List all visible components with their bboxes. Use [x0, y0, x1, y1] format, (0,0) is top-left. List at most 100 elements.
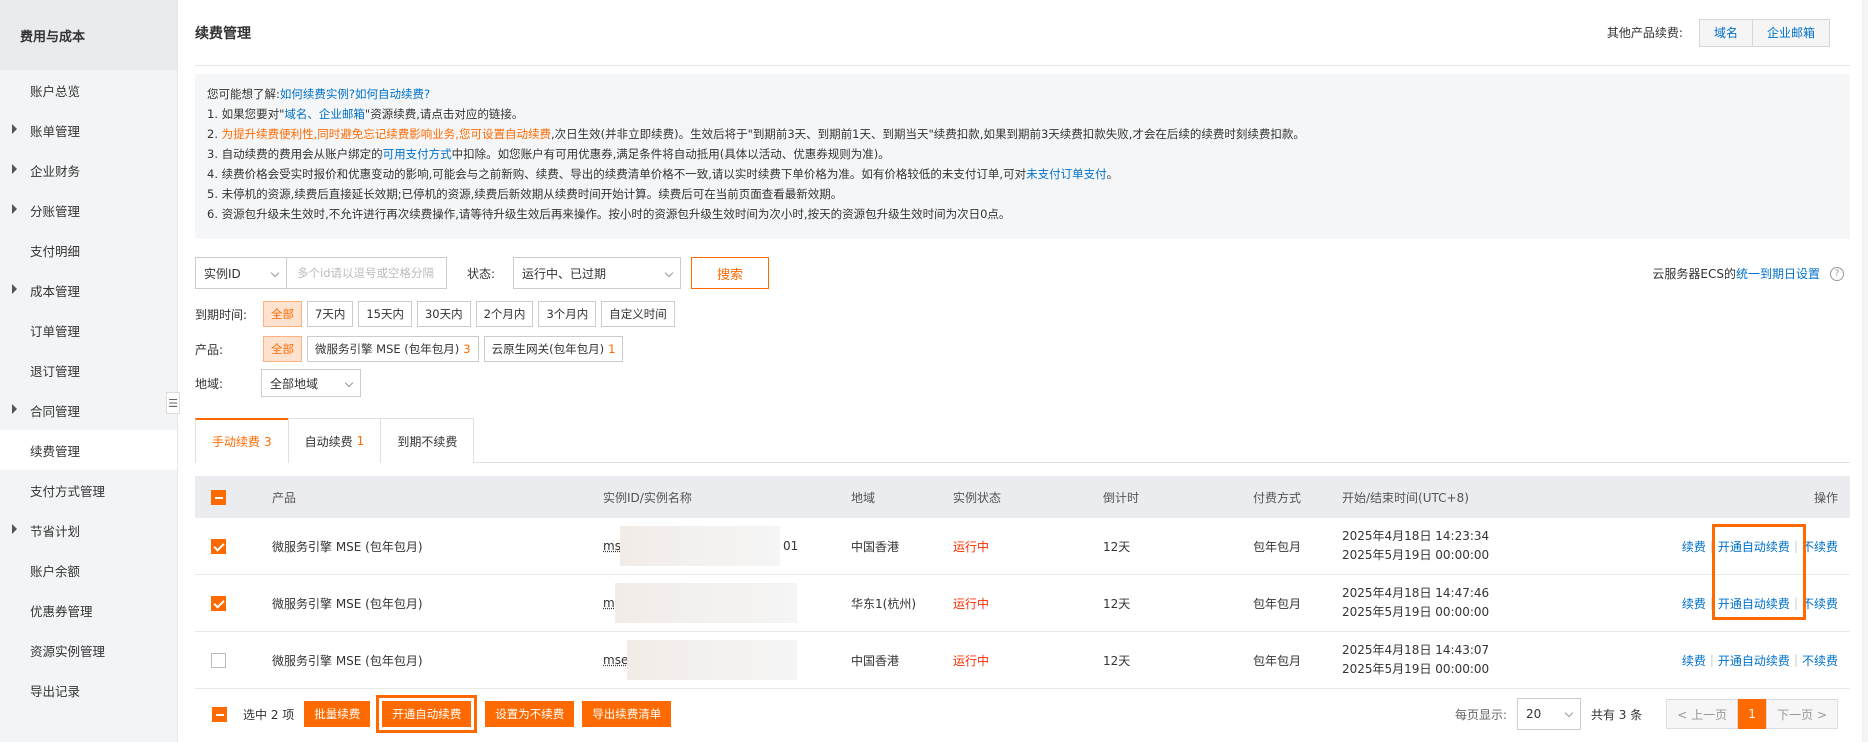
search-button[interactable]: 搜索: [691, 257, 770, 289]
renew-link[interactable]: 续费: [1682, 538, 1706, 555]
no-renew-link[interactable]: 不续费: [1802, 595, 1838, 612]
sidebar-item-10[interactable]: 支付方式管理: [0, 470, 177, 510]
footer-select-checkbox[interactable]: [212, 706, 227, 722]
no-renew-link[interactable]: 不续费: [1802, 538, 1838, 555]
status-select[interactable]: 运行中、已过期: [513, 257, 682, 289]
renew-link[interactable]: 续费: [1682, 652, 1706, 669]
unified-expiry-link[interactable]: 统一到期日设置: [1736, 265, 1820, 282]
set-no-renew-button[interactable]: 设置为不续费: [485, 701, 575, 727]
row-checkbox[interactable]: [211, 538, 226, 554]
instance-id-input[interactable]: 多个id请以逗号或空格分隔: [287, 257, 447, 289]
unpaid-order-link[interactable]: 未支付订单支付: [1026, 167, 1107, 181]
prev-page-button[interactable]: < 上一页: [1666, 699, 1739, 729]
product-filter: 产品: 全部 微服务引擎 MSE (包年包月) 3 云原生网关(包年包月) 1: [195, 336, 1850, 362]
row-time: 2025年4月18日 14:43:07 2025年5月19日 00:00:00: [1342, 641, 1489, 679]
select-all-checkbox[interactable]: [211, 489, 226, 505]
table-header: 产品 实例ID/实例名称 地域 实例状态 倒计时 付费方式 开始/结束时间(UT…: [195, 476, 1850, 518]
notice-line-6: 6. 资源包升级未生效时,不允许进行再次续费操作,请等待升级生效后再来操作。按小…: [207, 207, 1011, 221]
batch-renew-button[interactable]: 批量续费: [304, 701, 371, 727]
sidebar-item-1[interactable]: 账单管理: [0, 110, 177, 150]
sidebar-item-12[interactable]: 账户余额: [0, 550, 177, 590]
sidebar-item-3[interactable]: 分账管理: [0, 190, 177, 230]
sidebar-item-5[interactable]: 成本管理: [0, 270, 177, 310]
sidebar-item-label: 账单管理: [30, 123, 81, 139]
enable-auto-renew-link[interactable]: 开通自动续费: [1718, 652, 1790, 669]
product-option-0[interactable]: 全部: [263, 336, 302, 362]
tab-count: 3: [264, 434, 272, 449]
row-instance-suffix: 01: [783, 539, 799, 553]
payment-method-link[interactable]: 可用支付方式: [383, 147, 452, 161]
sidebar-item-4[interactable]: 支付明细: [0, 230, 177, 270]
product-option-count: 1: [608, 342, 616, 356]
row-countdown: 12天: [1103, 653, 1131, 668]
product-option-label: 全部: [271, 342, 294, 356]
tab-0[interactable]: 手动续费 3: [195, 418, 289, 463]
caret-right-icon: [12, 204, 17, 214]
tab-2[interactable]: 到期不续费: [380, 418, 475, 463]
selected-count: 选中 2 项: [243, 707, 295, 722]
page-size-select[interactable]: 20: [1516, 698, 1581, 730]
no-renew-link[interactable]: 不续费: [1802, 652, 1838, 669]
id-type-select[interactable]: 实例ID: [195, 257, 287, 289]
sidebar-item-9[interactable]: 续费管理: [0, 430, 177, 470]
next-page-button[interactable]: 下一页 >: [1766, 699, 1838, 729]
sidebar-item-13[interactable]: 优惠券管理: [0, 590, 177, 630]
domain-mail-link[interactable]: 域名、企业邮箱: [284, 107, 365, 121]
sidebar-item-label: 续费管理: [30, 443, 81, 459]
sidebar-item-11[interactable]: 节省计划: [0, 510, 177, 550]
sidebar: 费用与成本 账户总览账单管理企业财务 分账管理 支付明细 成本管理 订单管理 退订管理 合同…: [0, 0, 178, 742]
domain-renew-button[interactable]: 域名: [1698, 18, 1753, 47]
sidebar-item-14[interactable]: 资源实例管理: [0, 630, 177, 670]
expire-option-0[interactable]: 全部: [263, 301, 302, 327]
row-end-time: 2025年5月19日 00:00:00: [1342, 548, 1490, 562]
help-icon[interactable]: ?: [1830, 266, 1844, 281]
export-renew-list-button[interactable]: 导出续费清单: [582, 701, 672, 727]
sidebar-header: 费用与成本: [0, 0, 177, 70]
tab-1[interactable]: 自动续费 1: [287, 418, 382, 463]
product-option-2[interactable]: 云原生网关(包年包月) 1: [483, 336, 624, 362]
table-row: 微服务引擎 MSE (包年包月) mse_p 中国香港 运行中 12天 包年包月 2025年…: [195, 632, 1850, 689]
expire-option-1[interactable]: 7天内: [307, 301, 354, 327]
expire-option-5[interactable]: 3个月内: [538, 301, 597, 327]
sidebar-item-2[interactable]: 企业财务: [0, 150, 177, 190]
sidebar-item-6[interactable]: 订单管理: [0, 310, 177, 350]
current-page[interactable]: 1: [1738, 699, 1767, 729]
row-billing: 包年包月: [1253, 653, 1302, 668]
notice-intro: 您可能想了解:如何续费实例?如何自动续费?: [207, 87, 431, 101]
enable-auto-renew-button[interactable]: 开通自动续费: [376, 695, 478, 733]
other-renew-label: 其他产品续费:: [1606, 26, 1683, 40]
tab-label: 自动续费: [304, 434, 353, 449]
notice-line-2: 2. 为提升续费便利性,同时避免忘记续费影响业务,您可设置自动续费,次日生效(并…: [207, 127, 1305, 141]
region-select[interactable]: 全部地域: [261, 369, 361, 397]
search-filter-row: 实例ID 多个id请以逗号或空格分隔 状态: 运行中、已过期 搜索 云服务器EC…: [195, 257, 1850, 289]
caret-right-icon: [12, 404, 17, 414]
row-checkbox[interactable]: [211, 595, 226, 611]
sidebar-item-7[interactable]: 退订管理: [0, 350, 177, 390]
expire-option-3[interactable]: 30天内: [416, 301, 471, 327]
page-title: 续费管理: [195, 25, 251, 42]
main-content: 续费管理 其他产品续费: 域名 企业邮箱 您可能想了解:如何续费实例?如何自动续…: [195, 0, 1850, 742]
expire-option-4[interactable]: 2个月内: [475, 301, 534, 327]
chevron-down-icon: [344, 378, 354, 388]
notice-line-4: 4. 续费价格会受实时报价和优惠变动的影响,可能会与之前新购、续费、导出的续费清…: [207, 167, 1119, 181]
sidebar-collapse-icon[interactable]: ☰: [166, 392, 180, 414]
renew-link[interactable]: 续费: [1682, 595, 1706, 612]
col-countdown: 倒计时: [1103, 490, 1140, 505]
renew-table: 产品 实例ID/实例名称 地域 实例状态 倒计时 付费方式 开始/结束时间(UT…: [195, 476, 1850, 689]
expire-option-2[interactable]: 15天内: [358, 301, 412, 327]
col-instance: 实例ID/实例名称: [603, 490, 692, 505]
sidebar-item-15[interactable]: 导出记录: [0, 670, 177, 710]
sidebar-item-0[interactable]: 账户总览: [0, 70, 177, 110]
sidebar-item-8[interactable]: 合同管理: [0, 390, 177, 430]
expire-options: 全部 7天内 15天内 30天内 2个月内 3个月内 自定义时间: [263, 301, 680, 327]
expire-option-6[interactable]: 自定义时间: [601, 301, 675, 327]
page-header: 续费管理 其他产品续费: 域名 企业邮箱: [195, 0, 1850, 66]
scrollbar[interactable]: [1862, 0, 1868, 742]
row-checkbox[interactable]: [211, 652, 226, 668]
product-option-1[interactable]: 微服务引擎 MSE (包年包月) 3: [307, 336, 479, 362]
ecs-unified-expiry: 云服务器ECS的 统一到期日设置 ?: [1652, 265, 1844, 282]
mail-renew-button[interactable]: 企业邮箱: [1752, 18, 1830, 47]
help-renew-link[interactable]: 如何续费实例?如何自动续费?: [280, 87, 430, 101]
auto-renew-hint: 为提升续费便利性,同时避免忘记续费影响业务,您可设置自动续费: [221, 127, 551, 141]
col-ops: 操作: [1813, 490, 1838, 505]
